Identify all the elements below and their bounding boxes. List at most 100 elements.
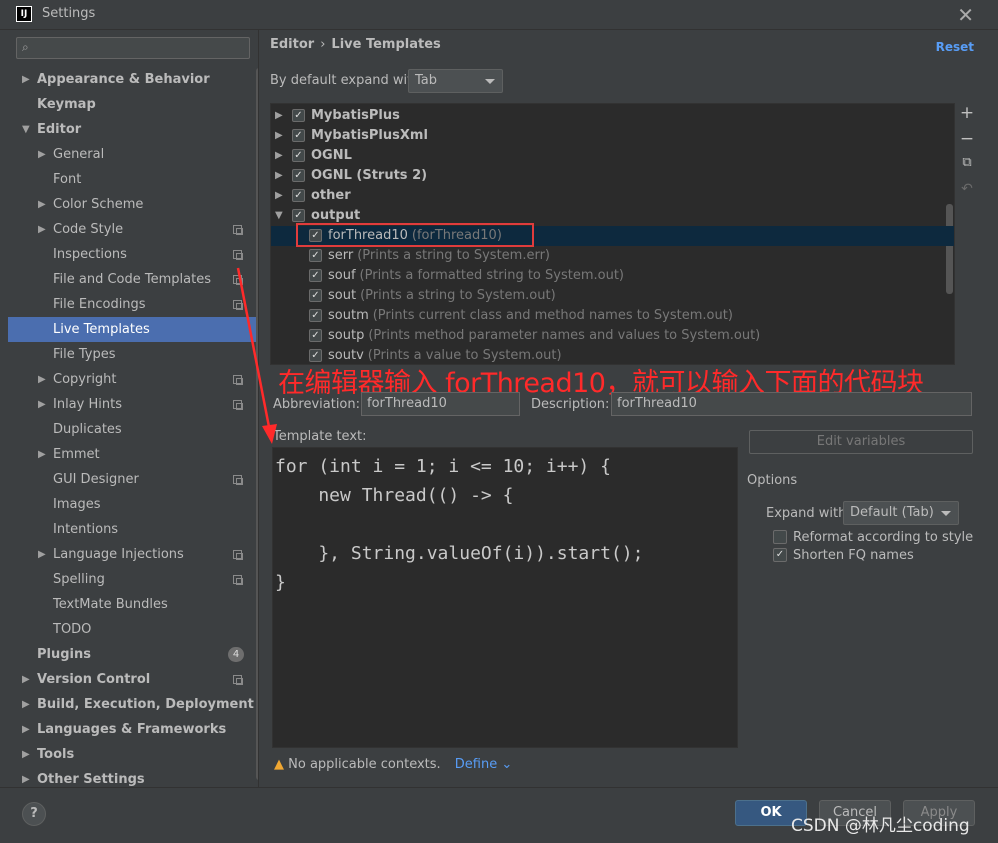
chevron-right-icon[interactable]: ▶ [22, 67, 30, 92]
chevron-right-icon[interactable]: ▶ [38, 442, 46, 467]
chevron-right-icon[interactable]: ▶ [38, 542, 46, 567]
options-title: Options [747, 473, 798, 488]
undo-icon[interactable]: ↶ [957, 181, 977, 207]
sidebar-item-copyright[interactable]: ▶ Copyright [8, 367, 258, 392]
template-item-serr[interactable]: ✓ serr (Prints a string to System.err) [271, 246, 954, 266]
sidebar-item-intentions[interactable]: Intentions [8, 517, 258, 542]
search-input[interactable]: ⌕ [16, 37, 250, 59]
template-checkbox[interactable]: ✓ [309, 309, 322, 322]
sidebar-item-label: Inlay Hints [53, 397, 122, 412]
sidebar-item-label: Inspections [53, 247, 127, 262]
template-checkbox[interactable]: ✓ [309, 329, 322, 342]
reformat-checkbox[interactable] [773, 530, 787, 544]
template-group-other[interactable]: ▶ ✓ other [271, 186, 954, 206]
sidebar-item-gui-designer[interactable]: GUI Designer [8, 467, 258, 492]
remove-icon[interactable]: − [957, 129, 977, 155]
sidebar-item-font[interactable]: Font [8, 167, 258, 192]
template-name: souf [328, 268, 356, 283]
template-group-name: other [311, 188, 351, 203]
description-label: Description: [531, 397, 610, 412]
template-text-editor[interactable]: for (int i = 1; i <= 10; i++) { new Thre… [272, 447, 738, 748]
expand-with-label: Expand with [766, 506, 847, 521]
copy-icon[interactable]: ⧉ [957, 155, 977, 181]
template-checkbox[interactable]: ✓ [309, 289, 322, 302]
chevron-right-icon[interactable]: ▶ [38, 217, 46, 242]
sidebar-item-inlay-hints[interactable]: ▶ Inlay Hints [8, 392, 258, 417]
sidebar-item-languages-frameworks[interactable]: ▶ Languages & Frameworks [8, 717, 258, 742]
project-scope-icon [233, 275, 243, 285]
edit-variables-button[interactable]: Edit variables [749, 430, 973, 454]
templates-toolbar: + − ⧉ ↶ [957, 103, 977, 207]
template-item-soutm[interactable]: ✓ soutm (Prints current class and method n… [271, 306, 954, 326]
chevron-right-icon[interactable]: ▶ [38, 367, 46, 392]
template-checkbox[interactable]: ✓ [309, 269, 322, 282]
chevron-down-icon[interactable]: ▼ [22, 117, 30, 142]
sidebar-item-duplicates[interactable]: Duplicates [8, 417, 258, 442]
sidebar-item-label: General [53, 147, 105, 162]
chevron-right-icon[interactable]: ▶ [38, 192, 46, 217]
sidebar-item-emmet[interactable]: ▶ Emmet [8, 442, 258, 467]
chevron-right-icon[interactable]: ▶ [22, 717, 30, 742]
sidebar-item-inspections[interactable]: Inspections [8, 242, 258, 267]
highlight-box [296, 223, 534, 247]
template-item-soutp[interactable]: ✓ soutp (Prints method parameter names and… [271, 326, 954, 346]
template-checkbox[interactable]: ✓ [292, 109, 305, 122]
help-button[interactable]: ? [22, 802, 46, 826]
template-group-ognl-struts-2[interactable]: ▶ ✓ OGNL (Struts 2) [271, 166, 954, 186]
chevron-down-icon[interactable]: ▼ [275, 206, 283, 226]
template-checkbox[interactable]: ✓ [292, 149, 305, 162]
chevron-right-icon[interactable]: ▶ [275, 186, 283, 206]
default-expand-dropdown[interactable]: Tab [408, 69, 503, 93]
abbreviation-field[interactable]: forThread10 [361, 392, 520, 416]
sidebar-item-build-execution-deployment[interactable]: ▶ Build, Execution, Deployment [8, 692, 258, 717]
chevron-right-icon[interactable]: ▶ [275, 166, 283, 186]
chevron-right-icon[interactable]: ▶ [22, 692, 30, 717]
define-link[interactable]: Define ⌄ [455, 757, 512, 772]
sidebar-item-version-control[interactable]: ▶ Version Control [8, 667, 258, 692]
sidebar-item-images[interactable]: Images [8, 492, 258, 517]
template-checkbox[interactable]: ✓ [292, 189, 305, 202]
template-item-sout[interactable]: ✓ sout (Prints a string to System.out) [271, 286, 954, 306]
chevron-right-icon[interactable]: ▶ [275, 106, 283, 126]
template-group-mybatisplusxml[interactable]: ▶ ✓ MybatisPlusXml [271, 126, 954, 146]
sidebar-item-todo[interactable]: TODO [8, 617, 258, 642]
breadcrumb-editor[interactable]: Editor [270, 37, 314, 52]
template-checkbox[interactable]: ✓ [292, 209, 305, 222]
chevron-right-icon[interactable]: ▶ [22, 667, 30, 692]
expand-with-dropdown[interactable]: Default (Tab) [843, 501, 959, 525]
reset-link[interactable]: Reset [936, 40, 974, 54]
template-checkbox[interactable]: ✓ [292, 169, 305, 182]
shorten-fq-checkbox[interactable]: ✓ [773, 548, 787, 562]
sidebar-item-plugins[interactable]: Plugins 4 [8, 642, 258, 667]
sidebar-item-color-scheme[interactable]: ▶ Color Scheme [8, 192, 258, 217]
template-item-souf[interactable]: ✓ souf (Prints a formatted string to Syste… [271, 266, 954, 286]
project-scope-icon [233, 225, 243, 235]
template-checkbox[interactable]: ✓ [309, 249, 322, 262]
description-field[interactable]: forThread10 [611, 392, 972, 416]
sidebar-item-editor[interactable]: ▼ Editor [8, 117, 258, 142]
sidebar-item-language-injections[interactable]: ▶ Language Injections [8, 542, 258, 567]
sidebar-item-file-types[interactable]: File Types [8, 342, 258, 367]
sidebar-item-label: File Encodings [53, 297, 146, 312]
chevron-right-icon[interactable]: ▶ [38, 392, 46, 417]
sidebar-item-general[interactable]: ▶ General [8, 142, 258, 167]
chevron-right-icon[interactable]: ▶ [22, 742, 30, 767]
add-icon[interactable]: + [957, 103, 977, 129]
chevron-down-icon [941, 511, 951, 516]
sidebar-item-keymap[interactable]: Keymap [8, 92, 258, 117]
close-icon[interactable]: ✕ [957, 3, 974, 27]
sidebar-item-tools[interactable]: ▶ Tools [8, 742, 258, 767]
sidebar-item-live-templates[interactable]: Live Templates [8, 317, 258, 342]
template-group-mybatisplus[interactable]: ▶ ✓ MybatisPlus [271, 106, 954, 126]
sidebar-item-file-encodings[interactable]: File Encodings [8, 292, 258, 317]
chevron-right-icon[interactable]: ▶ [275, 146, 283, 166]
sidebar-item-appearance-behavior[interactable]: ▶ Appearance & Behavior [8, 67, 258, 92]
sidebar-item-file-and-code-templates[interactable]: File and Code Templates [8, 267, 258, 292]
chevron-right-icon[interactable]: ▶ [38, 142, 46, 167]
sidebar-item-spelling[interactable]: Spelling [8, 567, 258, 592]
template-group-ognl[interactable]: ▶ ✓ OGNL [271, 146, 954, 166]
sidebar-item-code-style[interactable]: ▶ Code Style [8, 217, 258, 242]
template-checkbox[interactable]: ✓ [292, 129, 305, 142]
chevron-right-icon[interactable]: ▶ [275, 126, 283, 146]
sidebar-item-textmate-bundles[interactable]: TextMate Bundles [8, 592, 258, 617]
